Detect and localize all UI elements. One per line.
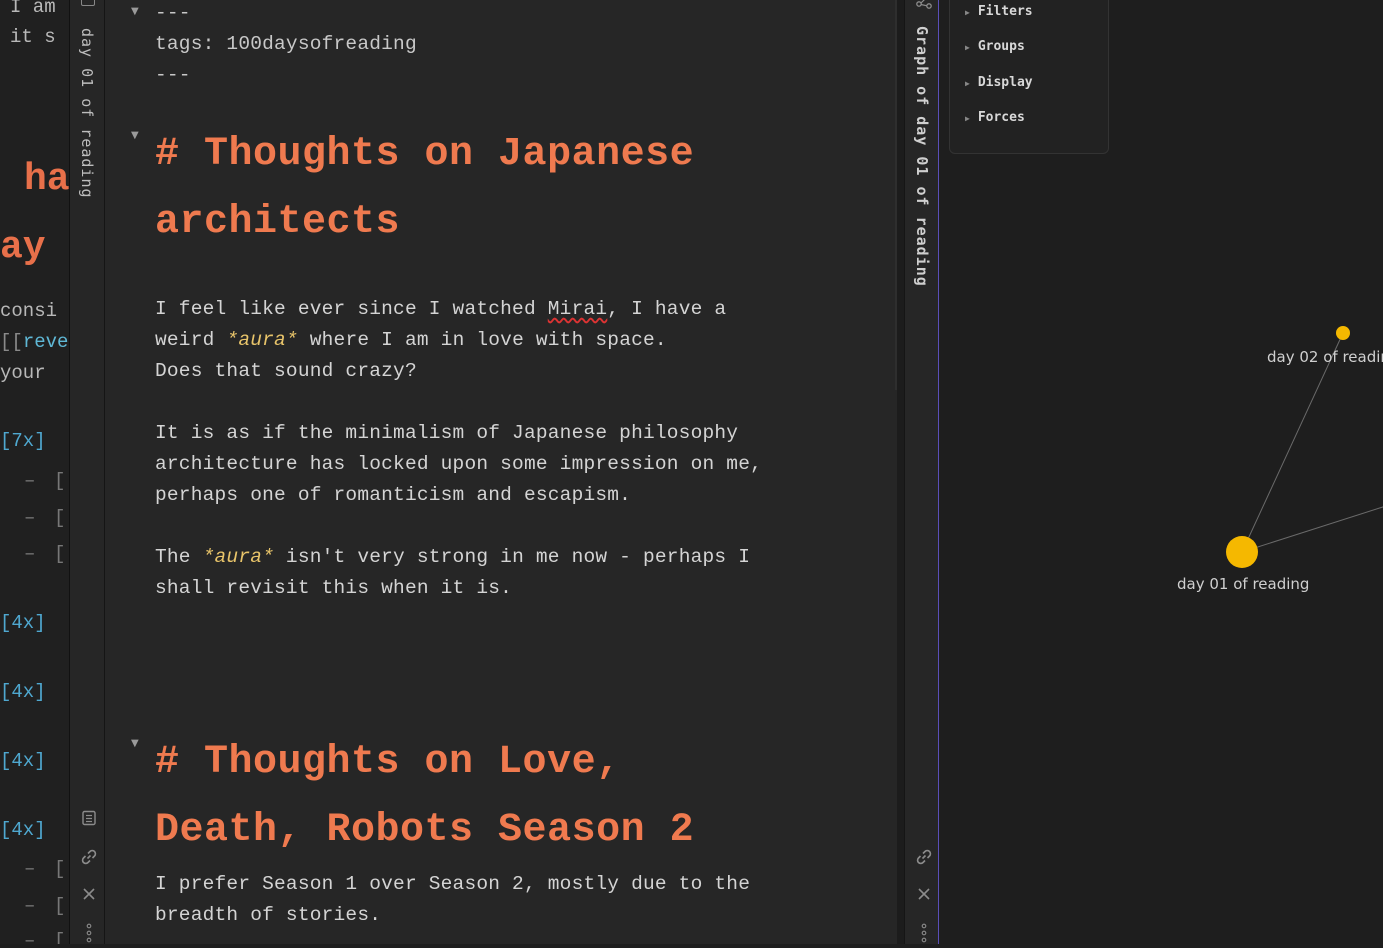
graph-edge (1241, 506, 1383, 553)
fold-arrow-icon[interactable]: ▼ (131, 130, 139, 141)
frontmatter-delimiter[interactable]: --- (155, 64, 191, 86)
heading-fragment: ay (0, 226, 46, 269)
checkbox-bracket[interactable]: [ (54, 930, 65, 944)
checkbox-bracket[interactable]: [ (54, 858, 65, 880)
tab-title[interactable]: day 01 of reading (78, 28, 96, 199)
frontmatter-delimiter[interactable]: --- (155, 2, 191, 24)
fold-arrow-icon[interactable]: ▼ (131, 6, 139, 17)
graph-node-label: day 01 of reading (1177, 575, 1310, 593)
text-line: consi (0, 300, 58, 322)
paragraph-line[interactable]: I feel like ever since I watched Mirai, … (155, 298, 726, 320)
list-dash: – (24, 470, 36, 492)
list-dash: – (24, 543, 36, 565)
paragraph-line[interactable]: breadth of stories. (155, 904, 381, 926)
caret-right-icon: ▶ (965, 114, 970, 123)
collapsed-tab-strip[interactable]: Graph of day 01 of reading (904, 0, 940, 944)
heading-1-continuation[interactable]: architects (155, 200, 400, 245)
link-bracket: [[ (0, 331, 23, 353)
list-dash: – (24, 507, 36, 529)
count-badge: [4x] (0, 612, 46, 634)
count-badge: [7x] (0, 430, 46, 452)
count-badge: [4x] (0, 819, 46, 841)
graph-control-display[interactable]: ▶ Display (965, 75, 1033, 90)
control-label: Forces (977, 110, 1025, 125)
control-label: Groups (977, 39, 1025, 54)
checkbox-bracket[interactable]: [ (54, 543, 65, 565)
graph-node-label: day 02 of reading (1267, 348, 1383, 366)
paragraph-line[interactable]: weird *aura* where I am in love with spa… (155, 329, 667, 351)
close-icon[interactable] (80, 886, 98, 904)
paragraph-line[interactable]: shall revisit this when it is. (155, 577, 512, 599)
paragraph-line[interactable]: architecture has locked upon some impres… (155, 453, 762, 475)
italic-text: *aura* (226, 329, 298, 351)
caret-right-icon: ▶ (965, 8, 970, 17)
link-icon[interactable] (80, 848, 98, 866)
paragraph-line[interactable]: It is as if the minimalism of Japanese p… (155, 422, 738, 444)
collapsed-tab-strip[interactable]: day 01 of reading (69, 0, 105, 944)
caret-right-icon: ▶ (965, 79, 970, 88)
markdown-editor[interactable]: ▼ --- tags: 100daysofreading --- ▼ # Tho… (105, 0, 897, 944)
italic-text: *aura* (202, 546, 275, 568)
misspelled-word[interactable]: Mirai (548, 298, 608, 320)
control-label: Display (977, 75, 1033, 90)
graph-node-day01 (1226, 536, 1258, 568)
text-run: isn't very strong in me now - perhaps I (274, 546, 751, 568)
checkbox-bracket[interactable]: [ (54, 507, 65, 529)
heading-1[interactable]: # Thoughts on Japanese (155, 132, 694, 177)
frontmatter-tags[interactable]: tags: 100daysofreading (155, 33, 417, 55)
count-badge: [4x] (0, 681, 46, 703)
control-label: Filters (977, 4, 1033, 19)
graph-control-forces[interactable]: ▶ Forces (965, 110, 1025, 125)
text-run: , I have a (607, 298, 727, 320)
fold-arrow-icon[interactable]: ▼ (131, 738, 139, 749)
link-icon[interactable] (915, 848, 933, 866)
more-options-icon[interactable] (80, 922, 98, 943)
heading-fragment: ha (24, 158, 69, 201)
paragraph-line[interactable]: Does that sound crazy? (155, 360, 417, 382)
checkbox-bracket[interactable]: [ (54, 470, 65, 492)
file-lines-icon[interactable] (80, 810, 98, 828)
paragraph-line[interactable]: I prefer Season 1 over Season 2, mostly … (155, 873, 750, 895)
text-run: I feel like ever since I watched (155, 298, 548, 320)
background-note-pane: I am it s ha ay consi [[reve your [7x] –… (0, 0, 69, 944)
graph-icon[interactable] (915, 0, 933, 10)
text-run: weird (155, 329, 227, 351)
text-line: I am (10, 0, 56, 18)
wiki-link[interactable]: [[reve (0, 331, 68, 353)
text-line: it s (10, 26, 56, 48)
text-run: where I am in love with space. (297, 329, 667, 351)
count-badge: [4x] (0, 750, 46, 772)
graph-control-groups[interactable]: ▶ Groups (965, 39, 1025, 54)
list-dash: – (24, 858, 36, 880)
close-icon[interactable] (915, 886, 933, 904)
file-icon[interactable] (81, 0, 95, 6)
list-dash: – (24, 895, 36, 917)
heading-1-continuation[interactable]: Death, Robots Season 2 (155, 808, 694, 853)
graph-control-filters[interactable]: ▶ Filters (965, 4, 1033, 19)
caret-right-icon: ▶ (965, 43, 970, 52)
list-dash: – (24, 930, 36, 944)
heading-1[interactable]: # Thoughts on Love, (155, 740, 621, 785)
more-options-icon[interactable] (915, 922, 933, 943)
text-run: The (155, 546, 203, 568)
graph-controls-panel: ▶ Filters ▶ Groups ▶ Display ▶ Forces (949, 0, 1109, 154)
graph-node-day02 (1336, 326, 1350, 340)
paragraph-line[interactable]: perhaps one of romanticism and escapism. (155, 484, 631, 506)
text-line: your (0, 362, 46, 384)
checkbox-bracket[interactable]: [ (54, 895, 65, 917)
link-text: reve (22, 331, 69, 353)
divider[interactable] (897, 0, 904, 944)
paragraph-line[interactable]: The *aura* isn't very strong in me now -… (155, 546, 750, 568)
graph-view[interactable]: day 02 of reading day 01 of reading ▶ Fil… (938, 0, 1383, 944)
tab-title[interactable]: Graph of day 01 of reading (913, 26, 931, 287)
